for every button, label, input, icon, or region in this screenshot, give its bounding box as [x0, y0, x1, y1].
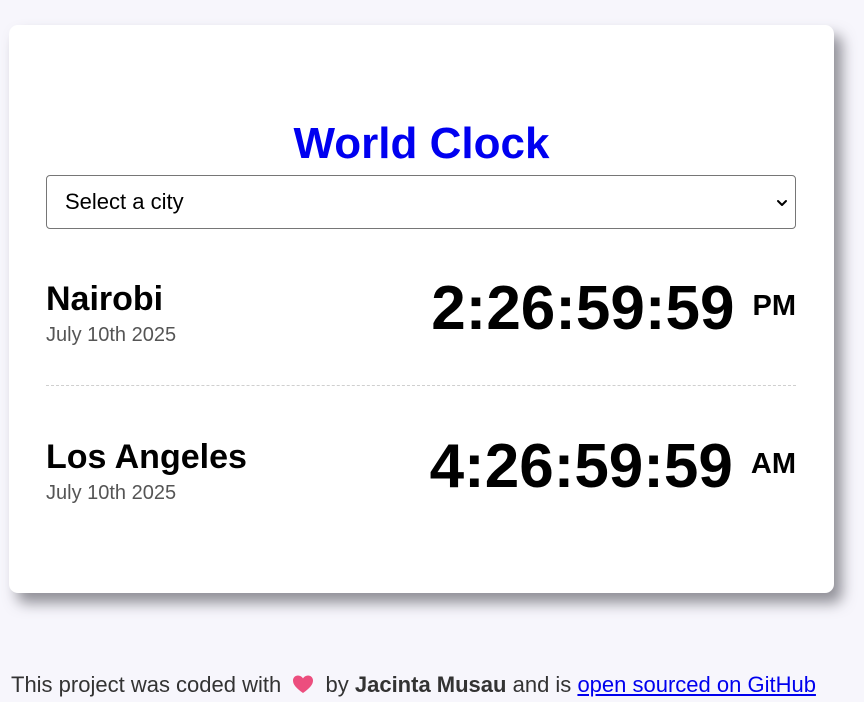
footer: This project was coded with by Jacinta M… — [11, 672, 816, 698]
heart-icon — [293, 675, 314, 693]
time-value: 4:26:59:59 — [429, 432, 733, 501]
footer-by: by — [325, 672, 349, 697]
page-title: World Clock — [293, 119, 550, 168]
github-link[interactable]: open sourced on GitHub — [577, 672, 816, 697]
city-name: Los Angeles — [46, 438, 247, 476]
city-select-value: Select a city — [65, 189, 184, 214]
city-time: 4:26:59:59 AM — [430, 431, 796, 503]
city-name: Nairobi — [46, 280, 164, 318]
city-row-los-angeles: Los Angeles July 10th 2025 4:26:59:59 AM — [46, 431, 796, 531]
world-clock-card: World Clock Select a city Nairobi July 1… — [9, 25, 834, 593]
footer-middle: and is — [512, 672, 572, 697]
city-divider — [46, 385, 796, 386]
city-date: July 10th 2025 — [46, 482, 177, 504]
footer-prefix: This project was coded with — [11, 672, 282, 697]
city-date: July 10th 2025 — [46, 324, 177, 346]
time-period: PM — [752, 290, 797, 322]
city-select[interactable]: Select a city — [46, 175, 796, 229]
city-time: 2:26:59:59 PM — [431, 273, 796, 345]
time-value: 2:26:59:59 — [431, 274, 735, 343]
city-row-nairobi: Nairobi July 10th 2025 2:26:59:59 PM — [46, 273, 796, 373]
author-name: Jacinta Musau — [354, 672, 507, 697]
chevron-down-icon — [777, 200, 787, 206]
time-period: AM — [750, 448, 796, 480]
